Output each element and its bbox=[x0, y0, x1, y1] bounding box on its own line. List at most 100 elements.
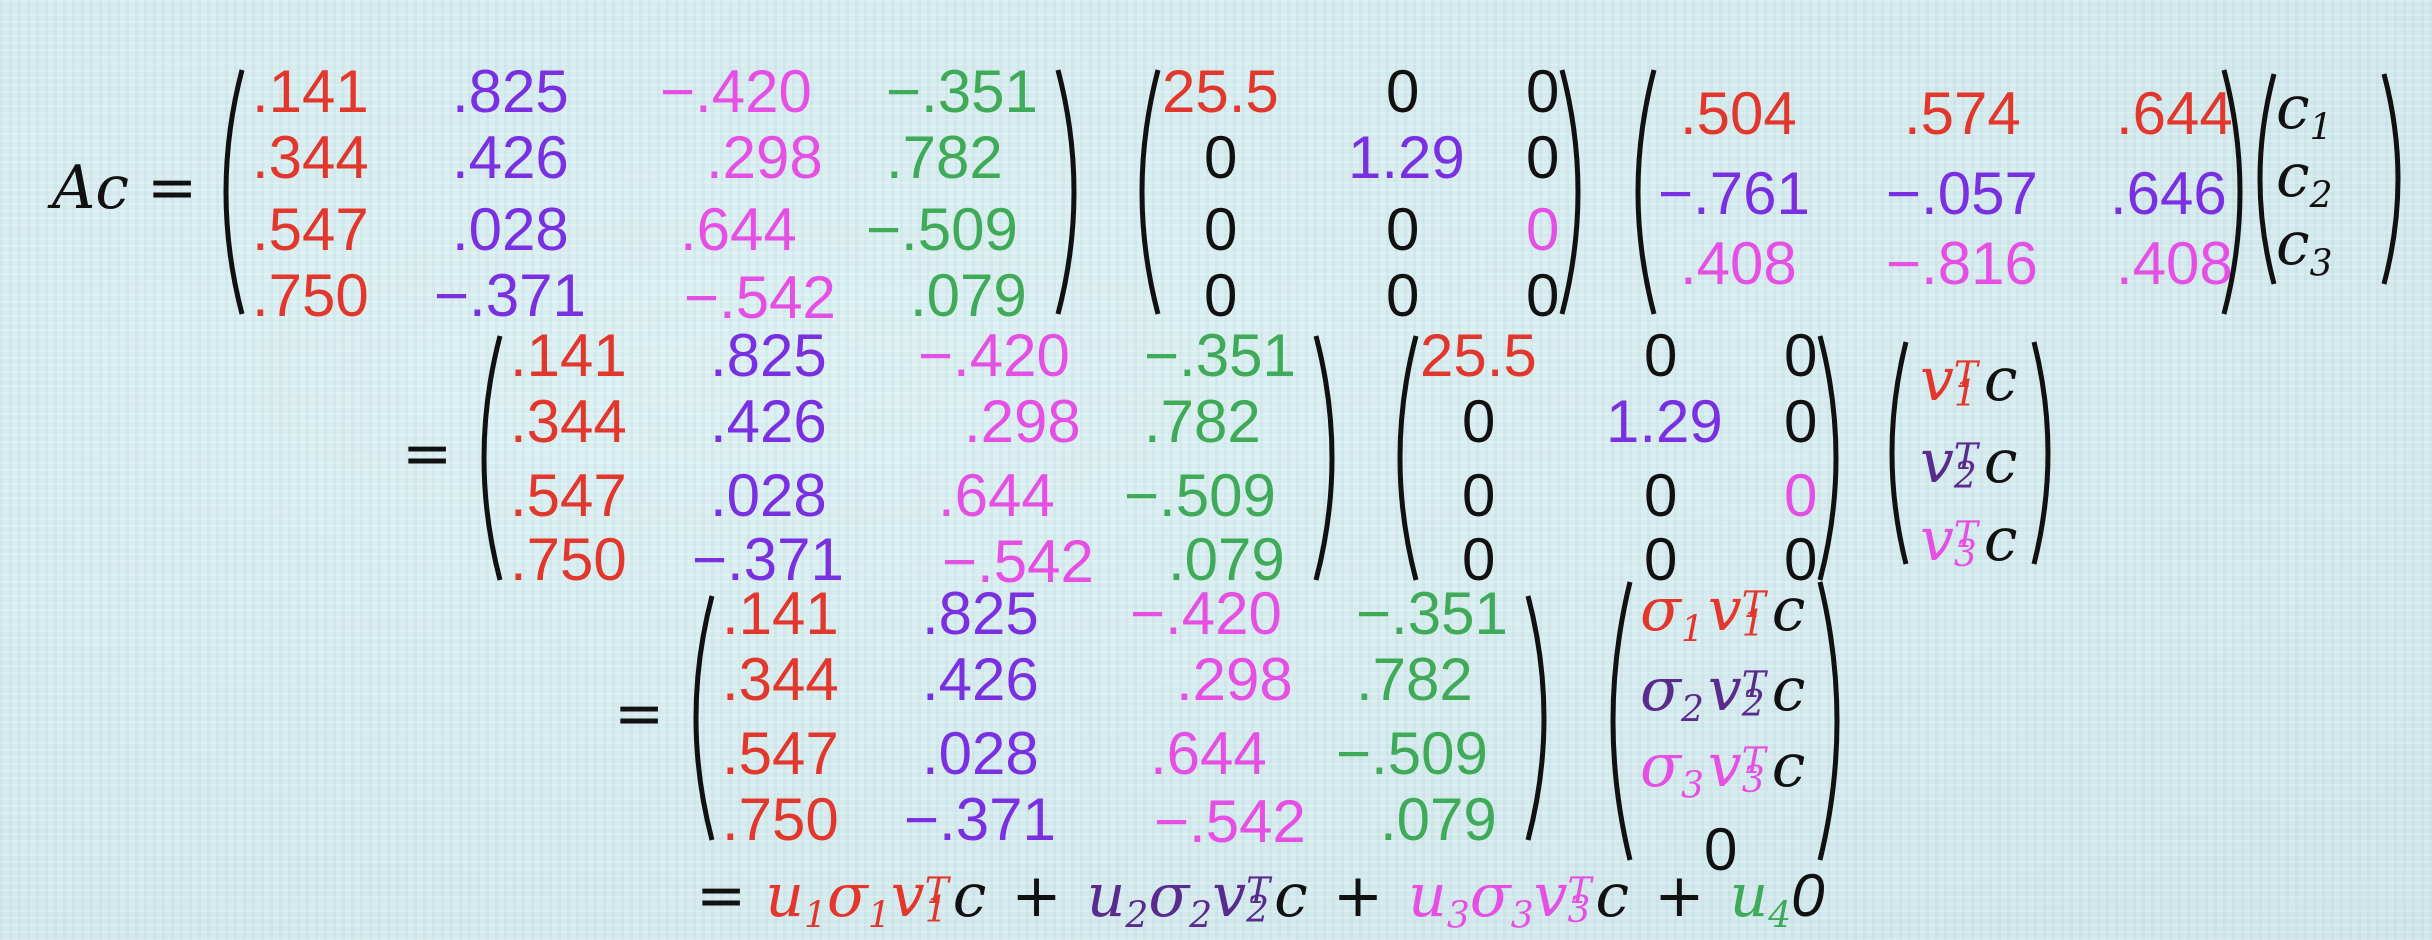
matrix-vt-left-paren bbox=[1635, 69, 1657, 315]
matrix-u-cell: .141 bbox=[252, 58, 369, 125]
matrix-sigma-cell: 0 bbox=[1462, 388, 1496, 455]
matrix-vt-cell: −.057 bbox=[1886, 160, 2038, 227]
lhs-A: A bbox=[52, 153, 96, 223]
matrix-u-cell: .079 bbox=[1380, 786, 1497, 853]
vector-svtc-entry: σ2v T 2 c bbox=[1640, 655, 1806, 731]
vector-vtc-entry: vT2c bbox=[1920, 427, 2018, 498]
matrix-sigma-left-paren bbox=[1139, 69, 1161, 315]
matrix-u-cell: .028 bbox=[922, 720, 1039, 787]
matrix-u-left-paren bbox=[693, 595, 715, 841]
matrix-u-right-paren bbox=[1313, 335, 1335, 581]
matrix-sigma-cell: 0 bbox=[1784, 322, 1818, 389]
vector-vtc-right-paren bbox=[2031, 341, 2051, 565]
matrix-u-right-paren bbox=[1525, 595, 1547, 841]
row2-equals: = bbox=[402, 419, 453, 489]
matrix-u-cell: .344 bbox=[510, 388, 627, 455]
matrix-u-cell: .298 bbox=[1176, 646, 1293, 713]
matrix-u-cell: .644 bbox=[1150, 720, 1267, 787]
matrix-u-cell: −.351 bbox=[886, 58, 1038, 125]
matrix-vt-cell: .504 bbox=[1680, 80, 1797, 147]
matrix-sigma-cell: 0 bbox=[1204, 124, 1238, 191]
matrix-u-cell: −.509 bbox=[1336, 720, 1488, 787]
matrix-u-cell: .825 bbox=[452, 58, 569, 125]
matrix-u-left-paren bbox=[223, 69, 245, 315]
matrix-sigma-cell: 0 bbox=[1204, 262, 1238, 329]
matrix-u-cell: .426 bbox=[710, 388, 827, 455]
matrix-u-cell: −.420 bbox=[660, 58, 812, 125]
vector-c-entry: c3 bbox=[2276, 209, 2333, 285]
matrix-vt-cell: −.816 bbox=[1886, 230, 2038, 297]
row3-equals: = bbox=[614, 679, 665, 749]
matrix-sigma-right-paren bbox=[1559, 69, 1581, 315]
matrix-sigma-cell: 0 bbox=[1386, 262, 1420, 329]
matrix-u-cell: .750 bbox=[252, 262, 369, 329]
vector-c-right-paren bbox=[2381, 73, 2401, 285]
vector-svtc-left-paren bbox=[1610, 581, 1633, 861]
matrix-u-cell: .782 bbox=[886, 124, 1003, 191]
matrix-u-cell: −.509 bbox=[866, 196, 1018, 263]
matrix-u-cell: .141 bbox=[510, 322, 627, 389]
matrix-sigma-cell: 0 bbox=[1784, 462, 1818, 529]
matrix-sigma-left-paren bbox=[1397, 335, 1419, 581]
vector-svtc-entry: σ1v T 1 c bbox=[1640, 575, 1806, 651]
matrix-u-cell: .298 bbox=[964, 388, 1081, 455]
matrix-u-cell: .547 bbox=[252, 196, 369, 263]
matrix-sigma-cell: 25.5 bbox=[1420, 322, 1537, 389]
matrix-sigma-right-paren bbox=[1817, 335, 1839, 581]
vector-svtc-right-paren bbox=[1817, 581, 1840, 861]
matrix-u-cell: .547 bbox=[510, 462, 627, 529]
matrix-sigma-cell: 0 bbox=[1784, 388, 1818, 455]
lhs-equals: = bbox=[146, 153, 198, 223]
matrix-u-cell: .344 bbox=[722, 646, 839, 713]
matrix-sigma-cell: 0 bbox=[1526, 262, 1560, 329]
matrix-sigma-cell: 0 bbox=[1526, 124, 1560, 191]
matrix-sigma-cell: 0 bbox=[1526, 196, 1560, 263]
matrix-u-cell: .141 bbox=[722, 580, 839, 647]
matrix-vt-cell: .408 bbox=[2116, 230, 2233, 297]
matrix-sigma-cell: 0 bbox=[1204, 196, 1238, 263]
matrix-u-cell: −.542 bbox=[684, 264, 836, 331]
matrix-u-cell: .750 bbox=[722, 786, 839, 853]
matrix-sigma-cell: 0 bbox=[1386, 58, 1420, 125]
matrix-u-cell: .644 bbox=[680, 196, 797, 263]
final-sum-expression: = u1σ1v T 1 c + u2σ2v T 2 c + u3σ3v T 3 c + u40 bbox=[696, 861, 1825, 937]
matrix-u-cell: −.371 bbox=[434, 262, 586, 329]
matrix-u-cell: .825 bbox=[922, 580, 1039, 647]
matrix-u-cell: .298 bbox=[706, 124, 823, 191]
matrix-vt-cell: .574 bbox=[1904, 80, 2021, 147]
matrix-u-cell: .028 bbox=[452, 196, 569, 263]
matrix-u-cell: −.351 bbox=[1356, 580, 1508, 647]
matrix-vt-cell: .408 bbox=[1680, 230, 1797, 297]
matrix-u-cell: .644 bbox=[938, 462, 1055, 529]
matrix-sigma-cell: 1.29 bbox=[1606, 388, 1723, 455]
lhs-expression: Ac = bbox=[52, 158, 197, 218]
matrix-u-cell: .079 bbox=[910, 262, 1027, 329]
vector-c-entry: c1 bbox=[2276, 73, 2333, 149]
matrix-u-cell: .782 bbox=[1144, 388, 1261, 455]
matrix-u-cell: .426 bbox=[922, 646, 1039, 713]
matrix-u-cell: .547 bbox=[722, 720, 839, 787]
matrix-sigma-cell: 0 bbox=[1526, 58, 1560, 125]
matrix-vt-cell: .644 bbox=[2116, 80, 2233, 147]
matrix-u-cell: .825 bbox=[710, 322, 827, 389]
matrix-u-cell: −.351 bbox=[1144, 322, 1296, 389]
matrix-sigma-cell: 0 bbox=[1644, 322, 1678, 389]
vector-svtc-entry: σ3v T 3 c bbox=[1640, 731, 1806, 807]
vector-vtc-entry: vT3c bbox=[1920, 505, 2018, 576]
vector-c-entry: c2 bbox=[2276, 141, 2333, 217]
matrix-u-cell: −.542 bbox=[1154, 788, 1306, 855]
matrix-vt-cell: −.761 bbox=[1658, 160, 1810, 227]
matrix-u-cell: −.371 bbox=[904, 786, 1056, 853]
matrix-sigma-cell: 25.5 bbox=[1162, 58, 1279, 125]
matrix-sigma-cell: 0 bbox=[1462, 462, 1496, 529]
matrix-u-cell: .426 bbox=[452, 124, 569, 191]
vector-vtc-left-paren bbox=[1889, 341, 1909, 565]
matrix-u-cell: .750 bbox=[510, 526, 627, 593]
matrix-u-cell: −.420 bbox=[918, 322, 1070, 389]
matrix-u-left-paren bbox=[481, 335, 503, 581]
matrix-sigma-cell: 0 bbox=[1644, 462, 1678, 529]
matrix-u-cell: −.420 bbox=[1130, 580, 1282, 647]
vector-c-left-paren bbox=[2257, 73, 2277, 285]
matrix-u-cell: .782 bbox=[1356, 646, 1473, 713]
matrix-u-cell: −.509 bbox=[1124, 462, 1276, 529]
